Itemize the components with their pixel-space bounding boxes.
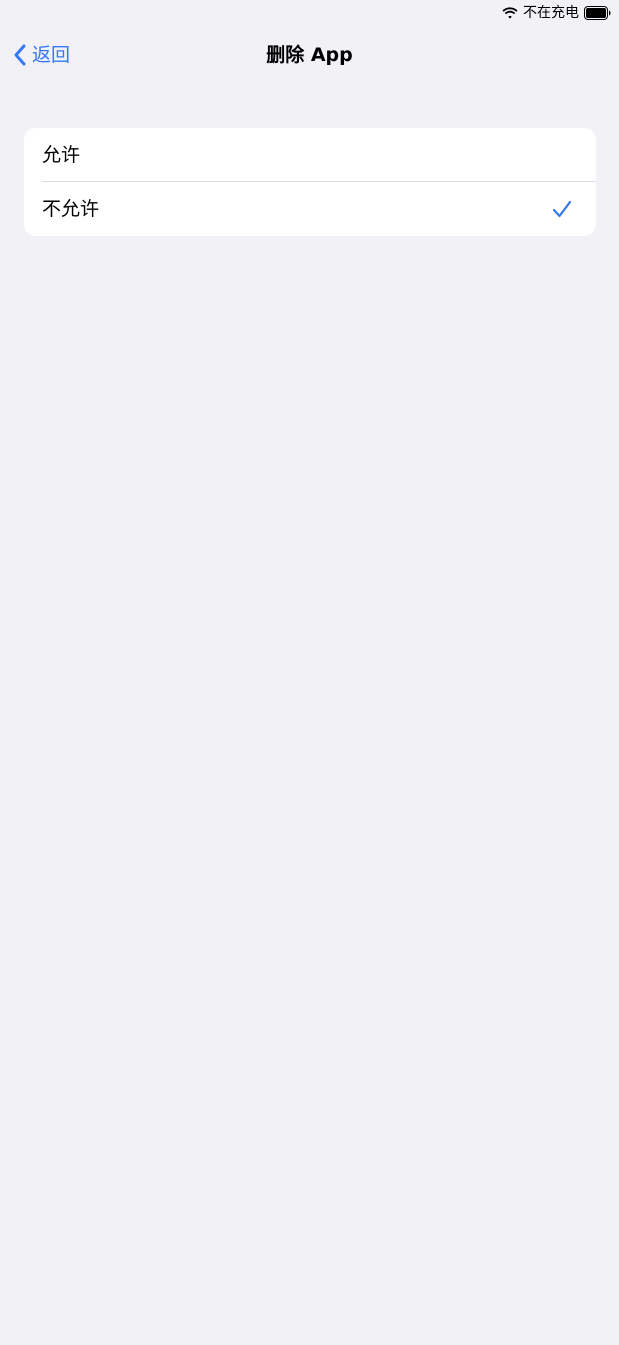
option-disallow[interactable]: 不允许 [24,182,596,236]
checkmark-icon [552,200,572,218]
wifi-icon [502,6,518,19]
navigation-bar: 返回 删除 App [0,30,619,80]
page-title: 删除 App [266,44,353,66]
battery-icon [584,6,611,20]
option-disallow-label: 不允许 [42,198,100,220]
status-indicators: 不在充电 [502,3,611,23]
option-allow-label: 允许 [42,144,81,166]
options-group: 允许 不允许 [24,128,596,236]
charging-status-text: 不在充电 [523,5,579,21]
status-bar: 不在充电 [0,0,619,26]
option-allow[interactable]: 允许 [24,128,596,182]
